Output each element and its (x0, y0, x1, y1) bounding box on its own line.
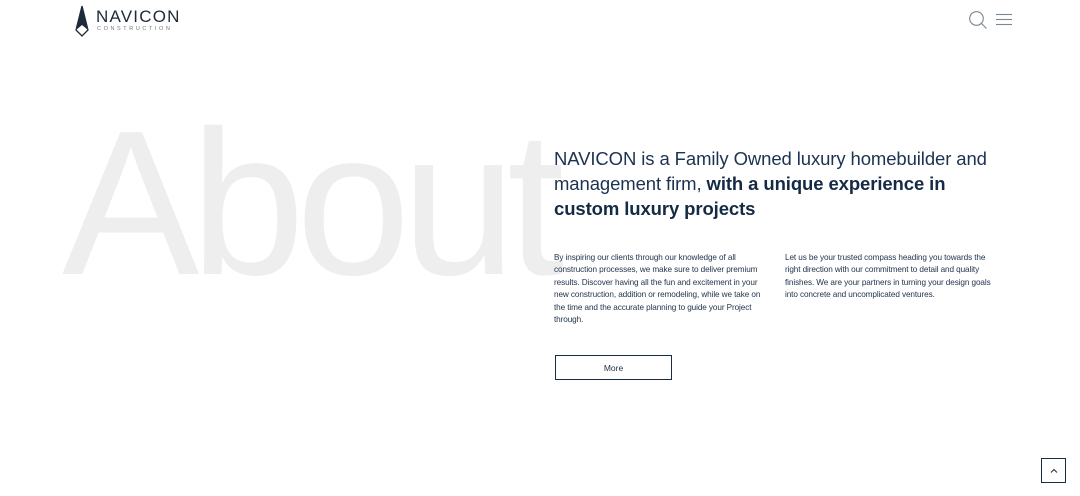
logo-name: NAVICON (96, 7, 181, 26)
paragraph-left: By inspiring our clients through our kno… (554, 253, 761, 325)
chevron-up-icon (1050, 468, 1057, 473)
logo-text: NAVICON CONSTRUCTION (96, 5, 181, 33)
logo[interactable]: NAVICON CONSTRUCTION (74, 5, 181, 37)
headline: NAVICON is a Family Owned luxury homebui… (554, 146, 1014, 221)
search-icon[interactable] (968, 10, 988, 30)
header-icons (968, 10, 1014, 30)
page: NAVICON CONSTRUCTION About NAVICON is a … (0, 0, 1080, 496)
about-background-word: About (62, 88, 564, 318)
compass-logo-icon (75, 5, 89, 37)
logo-subtitle: CONSTRUCTION (97, 26, 173, 32)
more-button[interactable]: More (555, 355, 672, 380)
scroll-to-top-button[interactable] (1041, 458, 1066, 483)
menu-icon[interactable] (994, 10, 1014, 30)
paragraph-right: Let us be your trusted compass heading y… (785, 253, 991, 300)
